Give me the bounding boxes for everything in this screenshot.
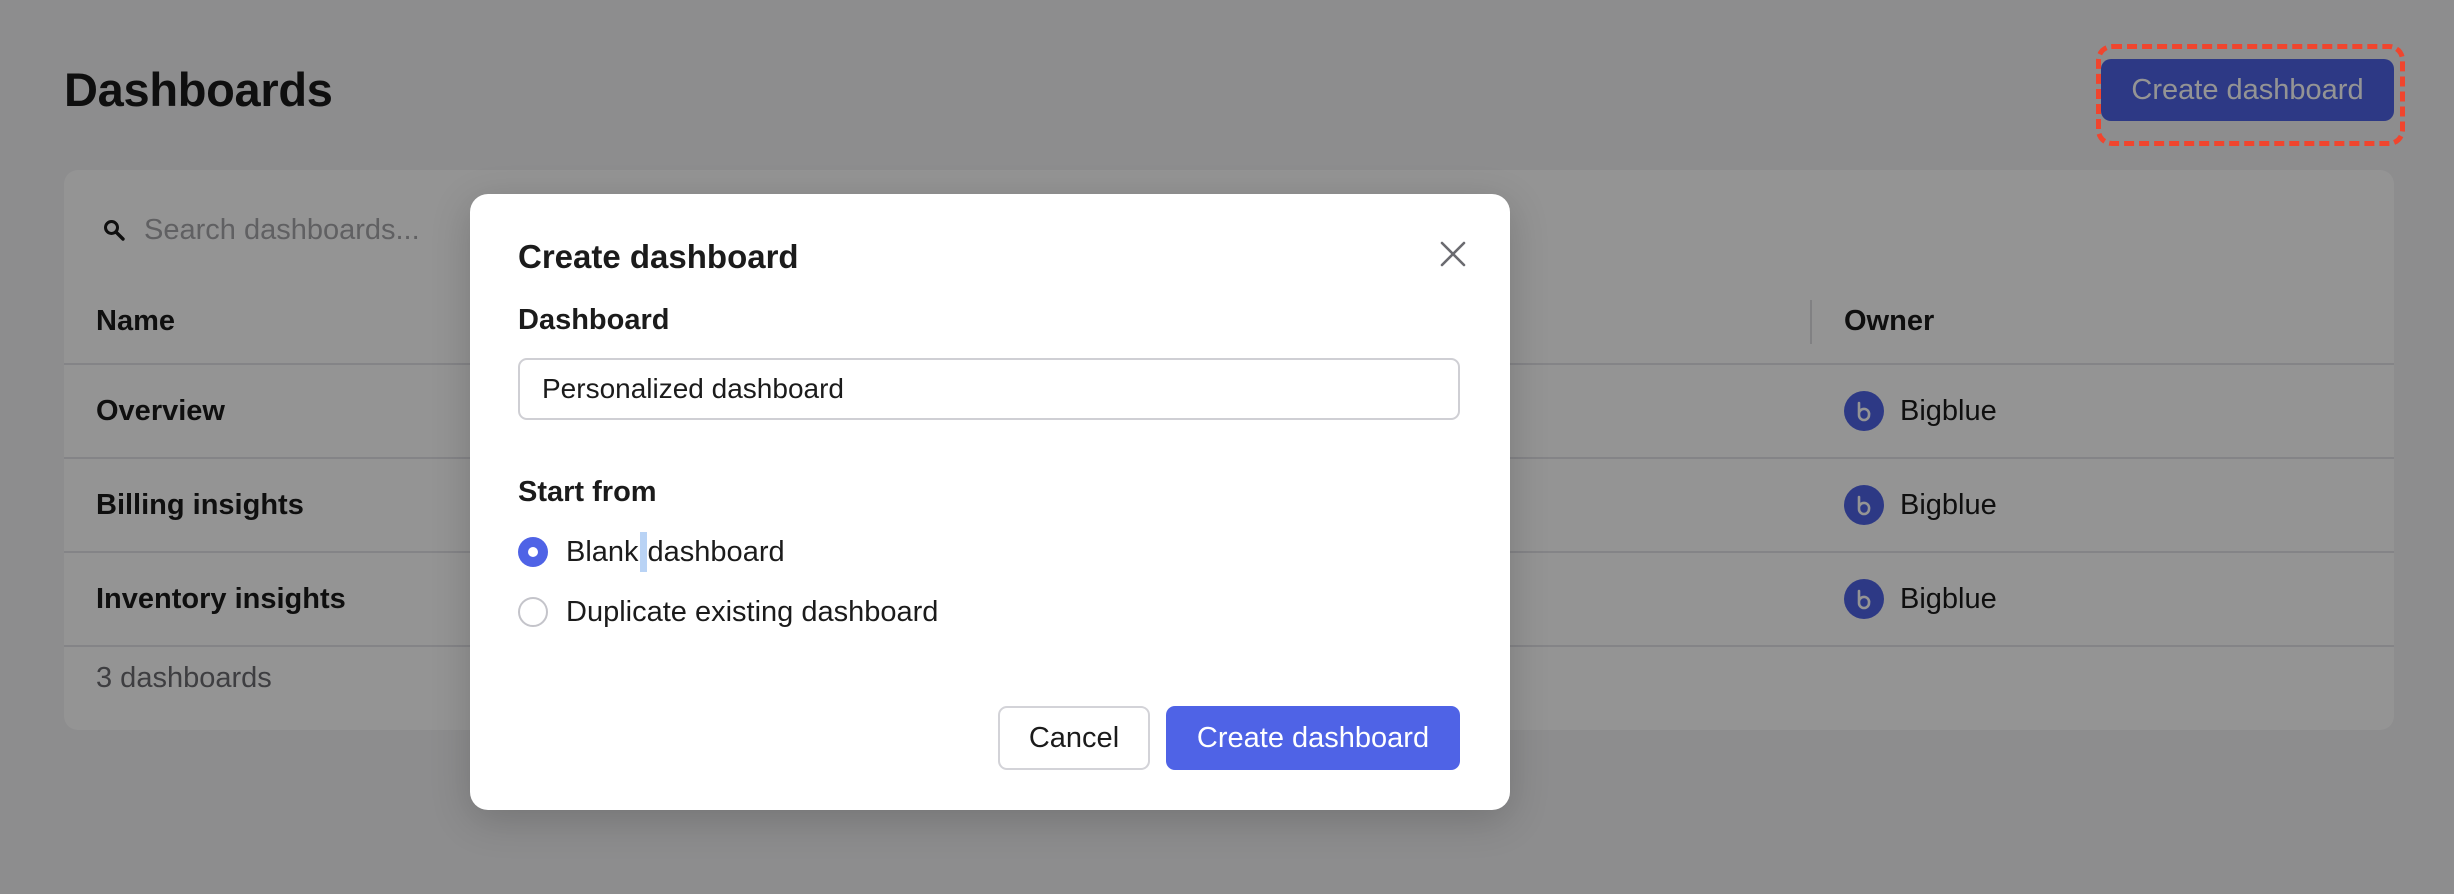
start-from-label: Start from: [518, 476, 657, 508]
dashboard-field-label: Dashboard: [518, 304, 670, 336]
close-icon: [1439, 240, 1467, 271]
dashboard-name-input[interactable]: [518, 358, 1460, 420]
dashboards-page: Dashboards Create dashboard Name Owner O…: [0, 0, 2454, 894]
text-cursor: [639, 532, 647, 572]
close-button[interactable]: [1430, 232, 1476, 278]
option-label-end: dashboard: [647, 535, 785, 568]
radio-button[interactable]: [518, 597, 548, 627]
option-label: Duplicate existing dashboard: [566, 595, 939, 628]
create-dashboard-modal: Create dashboard Dashboard Start from Bl…: [470, 194, 1510, 810]
option-duplicate-dashboard[interactable]: Duplicate existing dashboard: [518, 590, 938, 634]
cancel-button[interactable]: Cancel: [998, 706, 1150, 770]
option-blank-dashboard[interactable]: Blank dashboard: [518, 530, 785, 574]
create-dashboard-submit-button[interactable]: Create dashboard: [1166, 706, 1460, 770]
option-label-start: Blank: [566, 535, 639, 568]
radio-button-selected[interactable]: [518, 537, 548, 567]
modal-title: Create dashboard: [518, 238, 799, 275]
